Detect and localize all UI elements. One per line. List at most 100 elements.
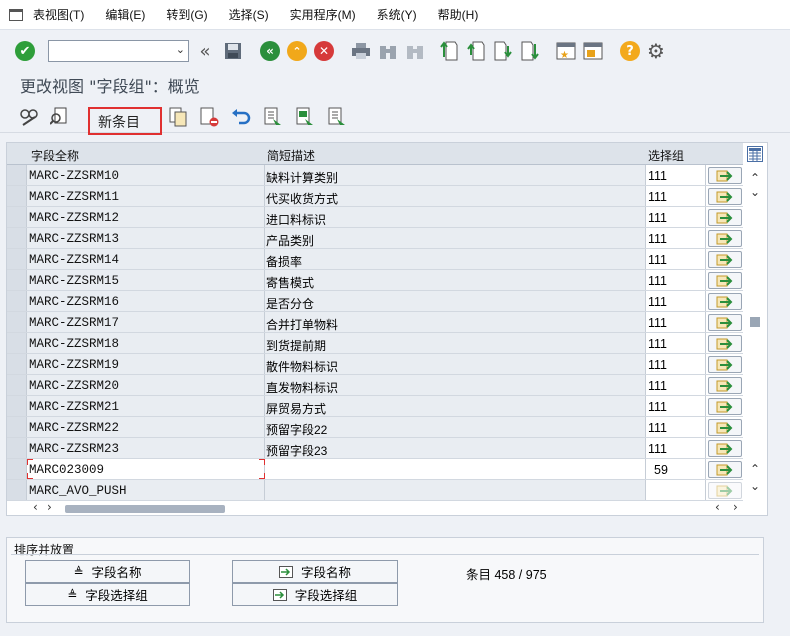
field-name-cell[interactable]: MARC-ZZSRM11 xyxy=(27,186,265,206)
field-name-cell[interactable]: MARC-ZZSRM20 xyxy=(27,375,265,395)
scroll-down-bottom-icon[interactable]: ⌄ xyxy=(750,479,760,493)
row-detail-button[interactable] xyxy=(708,272,742,289)
scroll-up-icon[interactable]: ⌃ xyxy=(750,171,760,185)
row-selector[interactable] xyxy=(7,333,27,353)
next-page-button[interactable] xyxy=(492,40,514,62)
selection-group-cell[interactable]: 111 xyxy=(646,228,706,248)
table-settings-button[interactable] xyxy=(747,146,763,162)
row-detail-button[interactable] xyxy=(708,314,742,331)
row-selector[interactable] xyxy=(7,207,27,227)
row-detail-button[interactable] xyxy=(708,440,742,457)
field-name-cell[interactable]: MARC-ZZSRM17 xyxy=(27,312,265,332)
row-detail-button[interactable] xyxy=(708,419,742,436)
field-name-cell[interactable]: MARC-ZZSRM15 xyxy=(27,270,265,290)
select-block-button[interactable] xyxy=(294,106,316,128)
last-page-button[interactable] xyxy=(519,40,541,62)
deselect-all-button[interactable] xyxy=(326,106,348,128)
hscroll-thumb[interactable] xyxy=(65,505,225,513)
row-detail-button[interactable] xyxy=(708,335,742,352)
back-button[interactable]: « xyxy=(259,40,281,62)
sort-by-group-button[interactable]: ≜ 字段选择组 xyxy=(25,583,190,606)
create-shortcut-button[interactable] xyxy=(582,40,604,62)
menu-goto[interactable]: 转到(G) xyxy=(166,6,207,23)
scroll-thumb[interactable] xyxy=(750,317,760,327)
create-session-button[interactable]: ★ xyxy=(555,40,577,62)
row-selector[interactable] xyxy=(7,396,27,416)
field-name-cell[interactable]: MARC-ZZSRM13 xyxy=(27,228,265,248)
field-name-cell[interactable]: MARC-ZZSRM14 xyxy=(27,249,265,269)
find-next-button[interactable] xyxy=(404,40,426,62)
collapse-command-icon[interactable]: « xyxy=(194,40,216,62)
selection-group-cell[interactable]: 111 xyxy=(646,312,706,332)
previous-page-button[interactable] xyxy=(465,40,487,62)
selection-group-cell[interactable]: 111 xyxy=(646,186,706,206)
selection-group-cell[interactable]: 111 xyxy=(646,375,706,395)
exit-button[interactable]: ⌃ xyxy=(286,40,308,62)
scroll-down-icon[interactable]: ⌄ xyxy=(750,185,760,199)
menu-edit[interactable]: 编辑(E) xyxy=(105,6,145,23)
field-name-cell[interactable]: MARC-ZZSRM18 xyxy=(27,333,265,353)
selection-group-cell[interactable]: 111 xyxy=(646,417,706,437)
row-selector[interactable] xyxy=(7,165,27,185)
row-selector[interactable] xyxy=(7,417,27,437)
scroll-up-bottom-icon[interactable]: ⌃ xyxy=(750,462,760,476)
print-button[interactable] xyxy=(350,40,372,62)
selection-group-cell[interactable] xyxy=(646,480,706,500)
help-button[interactable]: ? xyxy=(619,40,641,62)
horizontal-scrollbar[interactable]: ‹ › ‹ › xyxy=(27,500,745,516)
field-name-cell[interactable]: MARC-ZZSRM22 xyxy=(27,417,265,437)
row-detail-button[interactable] xyxy=(708,356,742,373)
sort-by-name-button[interactable]: ≜ 字段名称 xyxy=(25,560,190,583)
field-name-cell[interactable]: MARC-ZZSRM16 xyxy=(27,291,265,311)
selection-group-cell[interactable]: 59 xyxy=(646,459,706,479)
field-name-cell[interactable]: MARC_AVO_PUSH xyxy=(27,480,265,500)
scroll-left-icon[interactable]: ‹ xyxy=(33,500,38,514)
delete-button[interactable] xyxy=(198,106,220,128)
row-selector[interactable] xyxy=(7,438,27,458)
row-detail-button[interactable] xyxy=(708,230,742,247)
selection-group-cell[interactable]: 111 xyxy=(646,396,706,416)
selection-group-cell[interactable]: 111 xyxy=(646,333,706,353)
menu-select[interactable]: 选择(S) xyxy=(229,6,269,23)
command-field[interactable]: ⌄ xyxy=(48,40,189,62)
field-name-cell[interactable]: MARC-ZZSRM12 xyxy=(27,207,265,227)
save-button[interactable] xyxy=(222,40,244,62)
field-name-cell[interactable]: MARC023009 xyxy=(27,459,265,479)
undo-button[interactable] xyxy=(230,106,252,128)
selection-group-cell[interactable]: 111 xyxy=(646,354,706,374)
selection-group-cell[interactable]: 111 xyxy=(646,291,706,311)
row-detail-button[interactable] xyxy=(708,482,742,499)
field-name-cell[interactable]: MARC-ZZSRM23 xyxy=(27,438,265,458)
row-selector[interactable] xyxy=(7,228,27,248)
menu-utilities[interactable]: 实用程序(M) xyxy=(290,6,356,23)
scroll-left-right-end-icon[interactable]: ‹ xyxy=(715,500,720,514)
header-description[interactable]: 简短描述 xyxy=(267,147,315,164)
chevron-down-icon[interactable]: ⌄ xyxy=(176,43,185,56)
row-detail-button[interactable] xyxy=(708,377,742,394)
header-selection-group[interactable]: 选择组 xyxy=(648,147,684,164)
row-selector[interactable] xyxy=(7,291,27,311)
copy-as-button[interactable] xyxy=(167,106,189,128)
row-detail-button[interactable] xyxy=(708,398,742,415)
row-selector[interactable] xyxy=(7,480,27,500)
row-detail-button[interactable] xyxy=(708,461,742,478)
row-selector[interactable] xyxy=(7,249,27,269)
menu-system[interactable]: 系统(Y) xyxy=(377,6,417,23)
enter-button[interactable]: ✔ xyxy=(14,40,36,62)
position-by-name-button[interactable]: 字段名称 xyxy=(232,560,398,583)
field-name-cell[interactable]: MARC-ZZSRM10 xyxy=(27,165,265,185)
row-detail-button[interactable] xyxy=(708,293,742,310)
selection-group-cell[interactable]: 111 xyxy=(646,270,706,290)
row-selector[interactable] xyxy=(7,270,27,290)
row-detail-button[interactable] xyxy=(708,188,742,205)
selection-group-cell[interactable]: 111 xyxy=(646,165,706,185)
selection-group-cell[interactable]: 111 xyxy=(646,249,706,269)
cancel-button[interactable]: ✕ xyxy=(313,40,335,62)
first-page-button[interactable] xyxy=(438,40,460,62)
menu-help[interactable]: 帮助(H) xyxy=(438,6,479,23)
new-entries-button[interactable]: 新条目 xyxy=(88,107,162,135)
menu-window-icon[interactable] xyxy=(9,8,23,21)
selection-group-cell[interactable]: 111 xyxy=(646,207,706,227)
row-selector[interactable] xyxy=(7,459,27,479)
toggle-display-button[interactable] xyxy=(49,106,71,128)
